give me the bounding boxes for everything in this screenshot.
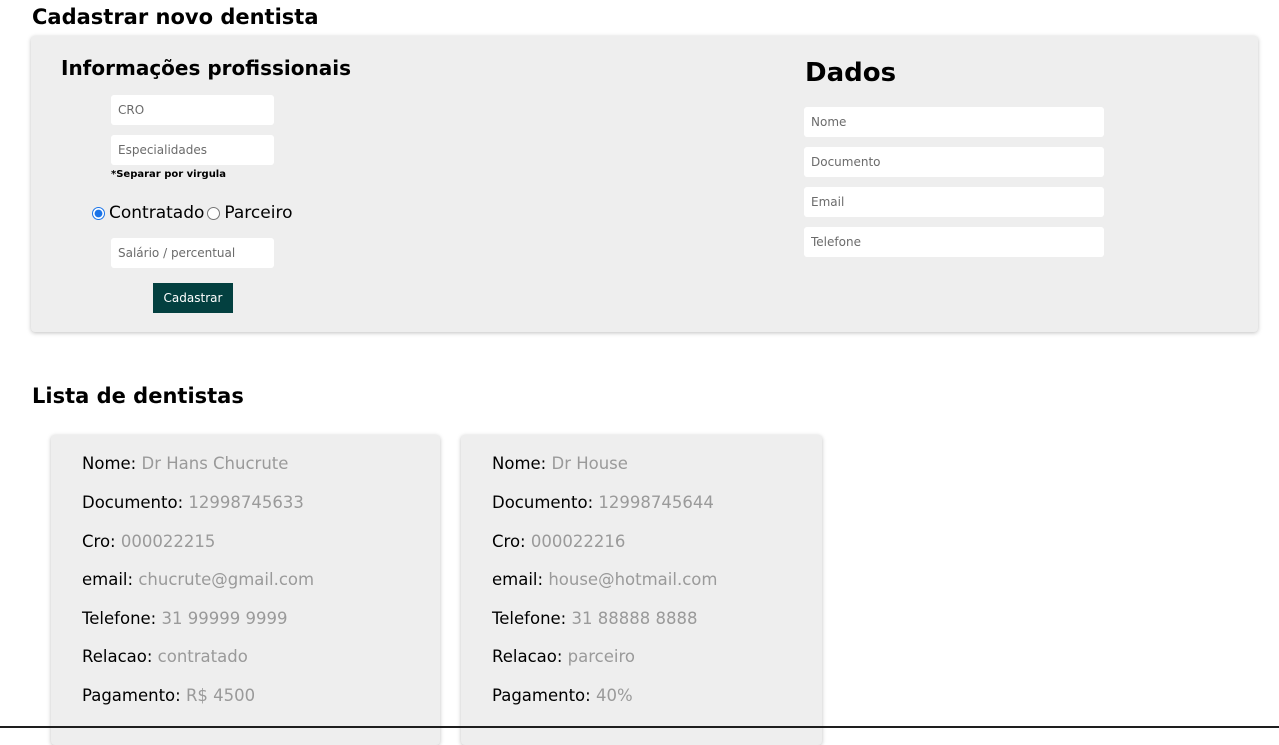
specialties-hint: *Separar por virgula: [111, 169, 226, 180]
page-title: Cadastrar novo dentista: [32, 5, 319, 29]
cro-input[interactable]: [111, 95, 274, 125]
payment-input[interactable]: [111, 238, 274, 268]
dentist-email-row: email: chucrute@gmail.com: [82, 570, 314, 590]
dentist-name: Dr Hans Chucrute: [141, 454, 289, 473]
dentist-relation-row: Relacao: contratado: [82, 647, 248, 667]
dentist-payment: R$ 4500: [185, 686, 256, 705]
dentist-name: Dr House: [551, 454, 628, 473]
dentist-phone: 31 99999 9999: [161, 609, 288, 628]
radio-partner[interactable]: [207, 206, 221, 220]
field-label: Cro:: [82, 532, 116, 551]
radio-partner-option[interactable]: Parceiro: [206, 203, 292, 223]
field-label: email:: [82, 570, 134, 589]
relation-radio-group: Contratado Parceiro: [91, 202, 294, 224]
document-input[interactable]: [804, 147, 1104, 177]
field-label: Cro:: [492, 532, 526, 551]
personal-data-title: Dados: [805, 58, 897, 88]
field-label: Documento:: [492, 493, 594, 512]
dentist-list-title: Lista de dentistas: [32, 384, 244, 408]
dentist-email-row: email: house@hotmail.com: [492, 570, 717, 590]
dentist-card: Nome: Dr Hans Chucrute Documento: 129987…: [51, 435, 440, 745]
field-label: Telefone:: [82, 609, 157, 628]
specialties-input[interactable]: [111, 135, 274, 165]
dentist-card: Nome: Dr House Documento: 12998745644 Cr…: [461, 435, 822, 745]
field-label: Pagamento:: [492, 686, 591, 705]
dentist-phone-row: Telefone: 31 99999 9999: [82, 609, 287, 629]
field-label: Pagamento:: [82, 686, 181, 705]
dentist-relation: parceiro: [567, 647, 636, 666]
dentist-cro-row: Cro: 000022215: [82, 532, 215, 552]
field-label: email:: [492, 570, 544, 589]
dentist-document-row: Documento: 12998745633: [82, 493, 304, 513]
dentist-cro: 000022215: [120, 532, 216, 551]
field-label: Relacao:: [492, 647, 563, 666]
dentist-name-row: Nome: Dr House: [492, 454, 628, 474]
professional-info-title: Informações profissionais: [61, 56, 351, 80]
field-label: Nome:: [82, 454, 137, 473]
radio-contracted[interactable]: [92, 206, 105, 220]
dentist-payment-row: Pagamento: 40%: [492, 686, 633, 706]
radio-contracted-label: Contratado: [109, 203, 205, 223]
field-label: Telefone:: [492, 609, 567, 628]
dentist-email: chucrute@gmail.com: [138, 570, 315, 589]
dentist-phone-row: Telefone: 31 88888 8888: [492, 609, 697, 629]
dentist-cro-row: Cro: 000022216: [492, 532, 625, 552]
radio-contracted-option[interactable]: Contratado: [91, 203, 204, 223]
phone-input[interactable]: [804, 227, 1104, 257]
dentist-relation: contratado: [157, 647, 248, 666]
dentist-document: 12998745644: [598, 493, 714, 512]
name-input[interactable]: [804, 107, 1104, 137]
register-form-panel: Informações profissionais *Separar por v…: [31, 36, 1258, 332]
dentist-document-row: Documento: 12998745644: [492, 493, 714, 513]
field-label: Relacao:: [82, 647, 153, 666]
field-label: Nome:: [492, 454, 547, 473]
submit-button[interactable]: Cadastrar: [153, 283, 233, 313]
dentist-cro: 000022216: [530, 532, 626, 551]
field-label: Documento:: [82, 493, 184, 512]
dentist-phone: 31 88888 8888: [571, 609, 698, 628]
dentist-email: house@hotmail.com: [548, 570, 718, 589]
dentist-document: 12998745633: [188, 493, 304, 512]
dentist-relation-row: Relacao: parceiro: [492, 647, 635, 667]
dentist-name-row: Nome: Dr Hans Chucrute: [82, 454, 288, 474]
email-input[interactable]: [804, 187, 1104, 217]
radio-partner-label: Parceiro: [224, 203, 293, 223]
dentist-payment: 40%: [595, 686, 633, 705]
dentist-payment-row: Pagamento: R$ 4500: [82, 686, 255, 706]
